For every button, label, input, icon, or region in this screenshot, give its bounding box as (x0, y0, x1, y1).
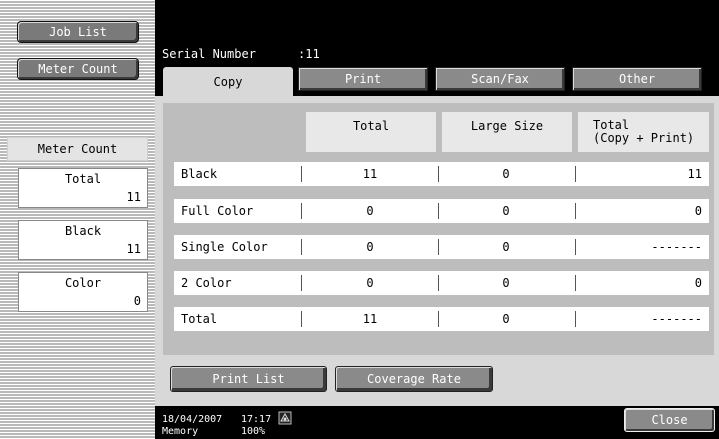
row-copy-print: ------- (651, 240, 702, 254)
color-counter-value: 0 (133, 294, 141, 308)
row-large-size: 0 (502, 204, 510, 218)
row-divider (438, 166, 439, 182)
tab-print[interactable]: Print (298, 67, 428, 91)
row-label: Full Color (181, 204, 254, 218)
black-counter-label: Black (64, 224, 102, 238)
table-row: Black 11 0 11 (174, 162, 709, 186)
row-divider (438, 239, 439, 255)
black-counter-value: 11 (126, 242, 141, 256)
total-counter: Total 11 (18, 168, 148, 208)
total-counter-value: 11 (126, 190, 141, 204)
network-status-icon (278, 411, 292, 425)
row-copy-print: 0 (694, 204, 702, 218)
row-large-size: 0 (502, 167, 510, 181)
tab-copy[interactable]: Copy (163, 67, 293, 97)
status-memory-label: Memory (162, 426, 199, 437)
table-row: Total 11 0 ------- (174, 307, 709, 331)
color-counter-label: Color (64, 276, 102, 290)
tab-other[interactable]: Other (572, 67, 702, 91)
serial-number-label: Serial Number (162, 47, 256, 61)
tab-scan-fax[interactable]: Scan/Fax (435, 67, 565, 91)
status-date: 18/04/2007 (162, 414, 223, 425)
row-divider (301, 239, 302, 255)
row-divider (575, 166, 576, 182)
color-counter: Color 0 (18, 272, 148, 312)
row-divider (575, 239, 576, 255)
row-divider (575, 203, 576, 219)
row-label: Total (181, 312, 218, 326)
row-total: 0 (366, 276, 374, 290)
row-total: 11 (362, 312, 378, 326)
row-divider (301, 275, 302, 291)
row-divider (575, 275, 576, 291)
row-divider (438, 311, 439, 327)
row-divider (575, 311, 576, 327)
column-header-total-text: Total (352, 119, 390, 133)
row-copy-print: 11 (687, 167, 702, 181)
coverage-rate-button[interactable]: Coverage Rate (335, 366, 493, 392)
print-list-button[interactable]: Print List (170, 366, 327, 392)
meter-count-button[interactable]: Meter Count (17, 58, 139, 80)
row-copy-print: 0 (694, 276, 702, 290)
serial-number-value: :11 (298, 47, 320, 61)
close-button[interactable]: Close (624, 408, 715, 432)
table-row: Full Color 0 0 0 (174, 199, 709, 223)
column-header-copy-print-text: Total (Copy + Print) (593, 118, 695, 145)
status-time: 17:17 (241, 414, 272, 425)
meter-count-header: Meter Count (7, 137, 148, 161)
row-label: 2 Color (181, 276, 232, 290)
black-counter: Black 11 (18, 220, 148, 260)
row-label: Single Color (181, 240, 268, 254)
row-large-size: 0 (502, 276, 510, 290)
row-divider (301, 311, 302, 327)
row-total: 0 (366, 240, 374, 254)
table-row: Single Color 0 0 ------- (174, 235, 709, 259)
row-divider (438, 275, 439, 291)
table-row: 2 Color 0 0 0 (174, 271, 709, 295)
column-header-large-size: Large Size (442, 112, 572, 152)
column-header-copy-print: Total (Copy + Print) (578, 112, 709, 152)
row-divider (301, 203, 302, 219)
column-header-total: Total (306, 112, 436, 152)
total-counter-label: Total (64, 172, 102, 186)
row-large-size: 0 (502, 240, 510, 254)
status-memory-value: 100% (241, 426, 266, 437)
row-total: 0 (366, 204, 374, 218)
row-copy-print: ------- (651, 312, 702, 326)
row-divider (438, 203, 439, 219)
job-list-button[interactable]: Job List (17, 21, 139, 43)
row-label: Black (181, 167, 218, 181)
column-header-large-size-text: Large Size (470, 119, 544, 133)
row-total: 11 (362, 167, 378, 181)
row-large-size: 0 (502, 312, 510, 326)
row-divider (301, 166, 302, 182)
